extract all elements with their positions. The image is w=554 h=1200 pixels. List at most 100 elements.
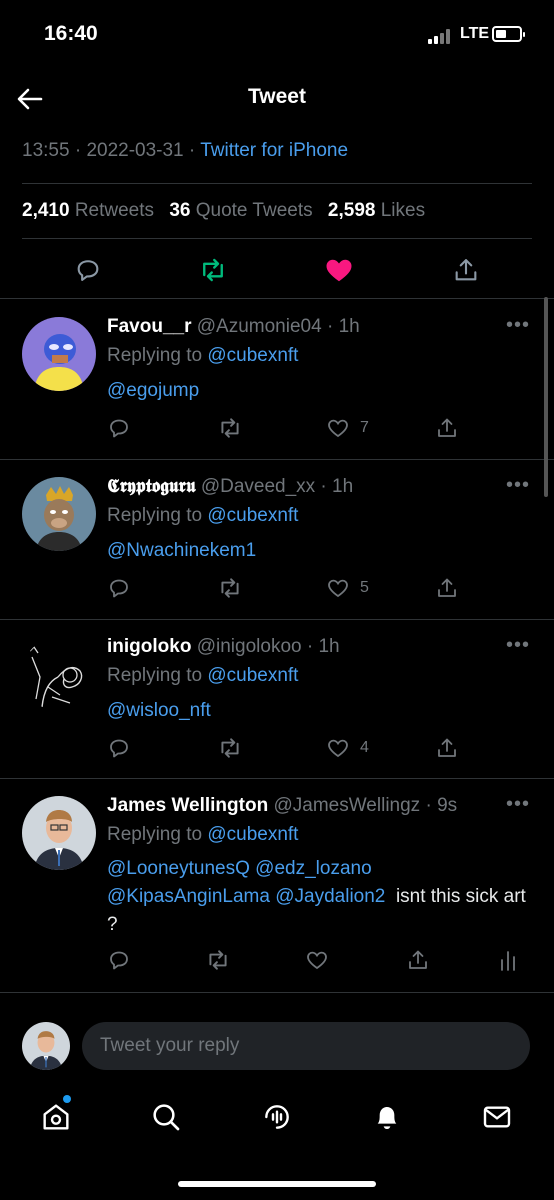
share-icon	[438, 578, 456, 597]
mention-link[interactable]: @cubexnft	[207, 505, 298, 526]
avatar[interactable]	[22, 637, 96, 711]
scrollbar[interactable]	[544, 297, 548, 497]
reply-text: @Nwachinekem1	[107, 537, 527, 565]
replying-to: Replying to @cubexnft	[107, 345, 299, 366]
retweets-stat[interactable]: 2,410 Retweets	[22, 200, 154, 221]
like-button[interactable]: 4	[326, 734, 369, 762]
mention-link[interactable]: @Nwachinekem1	[107, 540, 256, 561]
reply-author-handle[interactable]: @Azumonie04	[197, 316, 322, 337]
mention-link[interactable]: @cubexnft	[207, 824, 298, 845]
reply-button[interactable]	[107, 414, 131, 442]
mention-link[interactable]: @egojump	[107, 380, 199, 401]
share-button[interactable]	[435, 734, 459, 762]
share-button[interactable]	[406, 946, 430, 974]
reply-author-handle[interactable]: @Daveed_xx	[201, 476, 315, 497]
retweet-button[interactable]	[217, 574, 243, 602]
network-label: LTE	[460, 25, 490, 42]
share-icon	[409, 950, 427, 969]
mention-link[interactable]: @wisloo_nft	[107, 700, 211, 721]
mention-link[interactable]: @KipasAnginLama	[107, 886, 270, 907]
retweet-button[interactable]	[217, 734, 243, 762]
heart-icon	[307, 951, 327, 970]
reply-author-name[interactable]: 𝕮𝖗𝖞𝖕𝖙𝖔𝖌𝖚𝖗𝖚	[107, 476, 196, 497]
retweet-icon	[221, 418, 239, 438]
reply-icon	[77, 260, 99, 281]
share-icon	[438, 418, 456, 437]
avatar[interactable]	[22, 477, 96, 551]
battery-icon	[492, 26, 525, 42]
retweet-icon	[209, 950, 227, 970]
reply-author-handle[interactable]: @inigolokoo	[197, 636, 302, 657]
reply-action-bar: 5	[107, 574, 527, 602]
tweet-source-link[interactable]: Twitter for iPhone	[200, 140, 348, 161]
reply-button[interactable]	[107, 946, 131, 974]
more-button[interactable]: •••	[506, 793, 530, 816]
mention-link[interactable]: @cubexnft	[207, 345, 298, 366]
reply-icon	[110, 739, 128, 758]
more-icon: •••	[506, 474, 531, 496]
avatar[interactable]	[22, 1022, 70, 1070]
more-button[interactable]: •••	[506, 314, 530, 337]
reply-item[interactable]: James Wellington @JamesWellingz · 9s •••…	[0, 779, 554, 991]
divider	[0, 992, 554, 993]
tab-bar	[0, 1085, 554, 1155]
avatar[interactable]	[22, 317, 96, 391]
reply-author-handle[interactable]: @JamesWellingz	[273, 795, 420, 816]
retweet-button[interactable]	[196, 253, 230, 287]
like-button[interactable]	[305, 946, 329, 974]
retweet-icon	[203, 258, 223, 282]
home-indicator[interactable]	[178, 1181, 376, 1187]
more-icon: •••	[506, 314, 531, 336]
retweet-button[interactable]	[217, 414, 243, 442]
reply-input[interactable]: Tweet your reply	[82, 1022, 530, 1070]
share-icon	[438, 738, 456, 757]
share-button[interactable]	[449, 253, 483, 287]
tab-search[interactable]	[146, 1097, 186, 1137]
divider	[22, 238, 532, 239]
reply-author-name[interactable]: Favou__r	[107, 316, 191, 337]
more-icon: •••	[506, 793, 531, 815]
mention-link[interactable]: @Jaydalion2	[275, 886, 385, 907]
heart-icon	[328, 419, 348, 438]
reply-age: 1h	[318, 636, 340, 657]
reply-item[interactable]: Favou__r @Azumonie04 · 1h ••• Replying t…	[0, 300, 554, 458]
more-button[interactable]: •••	[506, 634, 530, 657]
reply-author-name[interactable]: James Wellington	[107, 795, 268, 816]
reply-icon	[110, 419, 128, 438]
mention-link[interactable]: @LooneytunesQ	[107, 858, 250, 879]
mention-link[interactable]: @cubexnft	[207, 665, 298, 686]
tab-messages[interactable]	[477, 1097, 517, 1137]
like-button[interactable]	[322, 253, 356, 287]
top-bar: Tweet	[0, 75, 554, 123]
like-button[interactable]: 7	[326, 414, 369, 442]
reply-author-name[interactable]: inigoloko	[107, 636, 191, 657]
like-count: 7	[360, 419, 369, 436]
tab-home[interactable]	[36, 1097, 76, 1137]
reply-composer: Tweet your reply	[0, 1008, 554, 1078]
likes-stat[interactable]: 2,598 Likes	[328, 200, 425, 221]
reply-button[interactable]	[107, 574, 131, 602]
search-icon	[153, 1104, 180, 1131]
tab-notifications[interactable]	[367, 1097, 407, 1137]
divider	[22, 183, 532, 184]
analytics-button[interactable]	[497, 946, 519, 974]
retweet-icon	[221, 578, 239, 598]
like-button[interactable]: 5	[326, 574, 369, 602]
reply-age: 1h	[332, 476, 354, 497]
reply-button[interactable]	[71, 253, 105, 287]
share-button[interactable]	[435, 414, 459, 442]
reply-button[interactable]	[107, 734, 131, 762]
heart-icon	[326, 259, 352, 282]
share-button[interactable]	[435, 574, 459, 602]
home-icon	[43, 1104, 69, 1130]
quote-tweets-stat[interactable]: 36 Quote Tweets	[169, 200, 312, 221]
tab-spaces[interactable]	[257, 1097, 297, 1137]
reply-age: 9s	[437, 795, 458, 816]
mention-link[interactable]: @edz_lozano	[255, 858, 371, 879]
more-button[interactable]: •••	[506, 474, 530, 497]
reply-item[interactable]: inigoloko @inigolokoo · 1h ••• Replying …	[0, 620, 554, 778]
reply-text: @egojump	[107, 377, 527, 405]
avatar[interactable]	[22, 796, 96, 870]
reply-item[interactable]: 𝕮𝖗𝖞𝖕𝖙𝖔𝖌𝖚𝖗𝖚 @Daveed_xx · 1h ••• Replying …	[0, 460, 554, 618]
retweet-button[interactable]	[205, 946, 231, 974]
